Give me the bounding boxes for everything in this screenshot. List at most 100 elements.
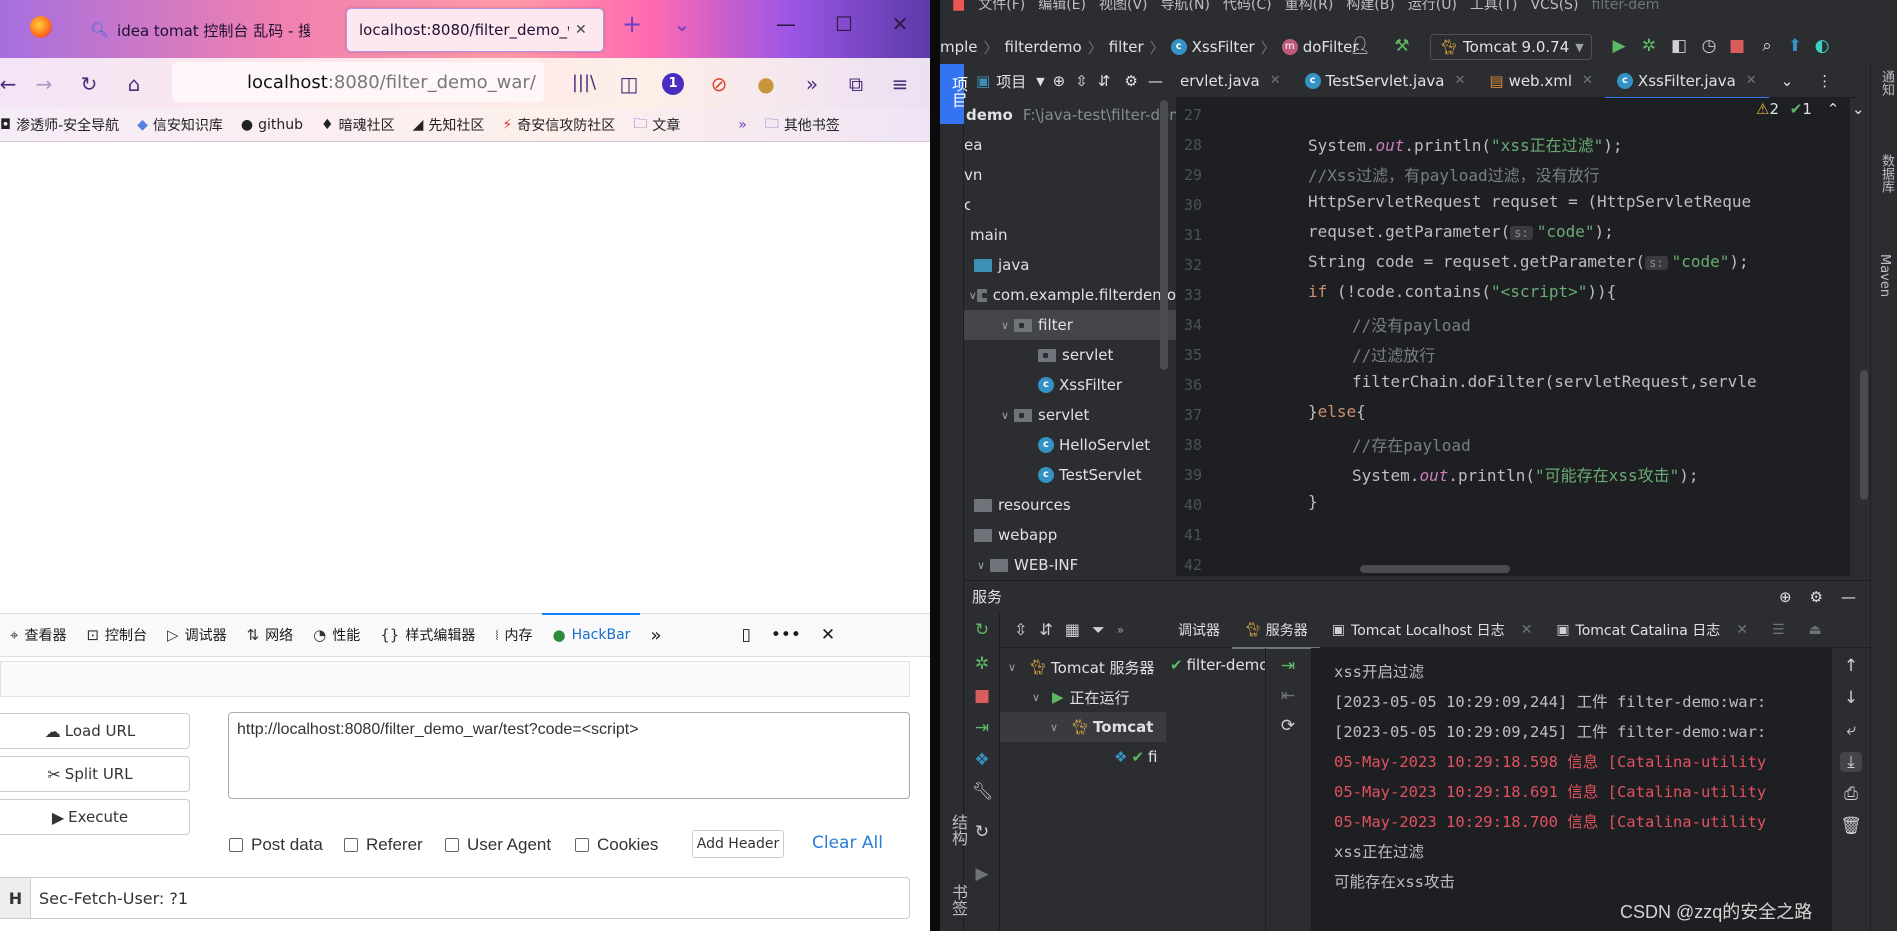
inspection-widget[interactable]: ⚠2 ✔1 ⌃ ⌄ (1756, 100, 1865, 118)
hide-panel-icon[interactable]: — (1148, 72, 1163, 90)
hackbar-url-input[interactable] (228, 712, 910, 799)
database-tool-label[interactable]: 数据库 (1877, 154, 1896, 193)
wrench-icon[interactable]: 🔧︎ (972, 782, 994, 802)
services-tree-item-selected[interactable]: ∨ 🐈︎ Tomcat (1000, 712, 1166, 742)
tree-item-root[interactable]: demo F:\java-test\filter-demo (964, 100, 1193, 130)
plugin-icon[interactable]: ◐ (1810, 36, 1834, 56)
editor-tab-active[interactable]: c XssFilter.java ✕ (1604, 64, 1769, 99)
hide-panel-icon[interactable]: — (1841, 588, 1856, 606)
tab-localhost[interactable]: localhost:8080/filter_demo_war ✕ (346, 8, 604, 52)
user-agent-checkbox[interactable]: User Agent (445, 835, 551, 855)
group-icon[interactable]: ▦ (1065, 620, 1080, 639)
bookmark-item[interactable]: ♦ 暗魂社区 (321, 115, 395, 135)
settings-gear-icon[interactable]: ⚙ (1810, 588, 1823, 606)
devtools-tab-inspector[interactable]: ⌖ 查看器 (0, 613, 76, 657)
maven-tool-label[interactable]: Maven (1877, 254, 1892, 297)
menu-run[interactable]: 运行(U) (1408, 0, 1457, 12)
tree-item[interactable]: c TestServlet (964, 460, 1176, 490)
load-url-button[interactable]: ☁ Load URL (0, 713, 190, 749)
breadcrumb-item[interactable]: mple (940, 38, 978, 56)
close-devtools-icon[interactable]: ✕ (811, 613, 845, 657)
expand-all-icon[interactable]: ⇳ (1014, 620, 1027, 639)
rerun-icon[interactable]: ↻ (972, 620, 992, 640)
run-config-selector[interactable]: 🐈︎ Tomcat 9.0.74 ▼ (1430, 34, 1592, 60)
url-bar[interactable]: localhost:8080/filter_demo_war/ (172, 62, 544, 102)
deploy-icon[interactable]: ⇥ (1278, 656, 1298, 676)
editor-tab[interactable]: c TestServlet.java ✕ (1293, 64, 1478, 98)
filter-icon[interactable]: ⏷ (1092, 620, 1105, 640)
other-bookmarks[interactable]: 🗀 其他书签 (765, 113, 840, 137)
close-tab-icon[interactable]: ✕ (1736, 622, 1748, 638)
menu-file[interactable]: 文件(F) (978, 0, 1025, 12)
services-tree-item[interactable]: ❖ ✔ fi (1000, 742, 1166, 772)
trash-icon[interactable]: 🗑︎ (1840, 816, 1862, 836)
tree-item-main[interactable]: main (964, 220, 1176, 250)
bookmarks-overflow-icon[interactable]: » (738, 117, 747, 133)
forward-icon[interactable]: → (30, 72, 58, 96)
tree-item-package[interactable]: ∨ com.example.filterdemo (964, 280, 1176, 310)
bookmark-item[interactable]: ◢ 先知社区 (413, 115, 485, 135)
tree-item[interactable]: resources (964, 490, 1176, 520)
code-horizontal-scrollbar[interactable] (1360, 565, 1510, 573)
tree-scrollbar[interactable] (1160, 100, 1168, 370)
deploy-icon[interactable]: ⇥ (972, 718, 992, 738)
chevron-down-icon[interactable]: ⌄ (662, 12, 702, 36)
tree-item-java[interactable]: java (964, 250, 1176, 280)
debug-icon[interactable]: ✲ (1637, 36, 1661, 56)
tree-item[interactable]: c XssFilter (964, 370, 1176, 400)
expand-all-icon[interactable]: ⇳ (1075, 72, 1088, 90)
tab-debugger[interactable]: 调试器 (1166, 612, 1232, 648)
back-icon[interactable]: ← (0, 72, 22, 96)
new-tab-icon[interactable]: + (612, 10, 652, 38)
refresh-icon[interactable]: ↻ (972, 822, 992, 842)
next-icon[interactable]: ⌄ (1852, 100, 1865, 118)
extension-badge[interactable]: 1 (662, 73, 684, 95)
menu-edit[interactable]: 编辑(E) (1038, 0, 1086, 12)
chevron-down-icon[interactable]: ∨ (996, 409, 1014, 422)
update-icon[interactable]: ⬆ (1783, 36, 1807, 56)
collapse-all-icon[interactable]: ⇵ (1039, 620, 1052, 639)
resume-icon[interactable]: ▶ (972, 864, 992, 884)
tree-item[interactable]: ∨ servlet (964, 400, 1176, 430)
tab-search[interactable]: 🔍︎ idea tomat 控制台 乱码 - 搜 ✕ (78, 8, 310, 52)
close-tab-icon[interactable]: ✕ (1582, 73, 1593, 88)
tab-catalina-log[interactable]: ▣ Tomcat Catalina 日志 ✕ (1544, 612, 1760, 648)
menu-build[interactable]: 构建(B) (1346, 0, 1395, 12)
deployment-item[interactable]: ✔ filter-demo (1170, 656, 1265, 674)
menu-view[interactable]: 视图(V) (1099, 0, 1148, 12)
settings-gear-icon[interactable]: ⚙ (1124, 72, 1137, 90)
devtools-tab-memory[interactable]: ⧙ 内存 (485, 613, 542, 657)
services-tree-item[interactable]: ∨ ▶ 正在运行 (1000, 682, 1166, 712)
tree-item[interactable]: c HelloServlet (964, 430, 1176, 460)
stop-icon[interactable]: ■ (1725, 36, 1749, 56)
run-icon[interactable]: ▶ (1607, 36, 1631, 56)
devtools-tab-hackbar[interactable]: ● HackBar (542, 613, 641, 657)
devtools-overflow-icon[interactable]: » (640, 613, 671, 657)
split-url-button[interactable]: ✂ Split URL (0, 756, 190, 792)
devtools-tab-style-editor[interactable]: {} 样式编辑器 (370, 613, 485, 657)
minimize-icon[interactable]: — (766, 12, 806, 36)
close-tab-icon[interactable]: ✕ (1746, 73, 1757, 88)
editor-tab[interactable]: ervlet.java ✕ (1176, 64, 1293, 98)
tree-item[interactable]: servlet (964, 340, 1176, 370)
more-options-icon[interactable]: ••• (761, 613, 811, 657)
menu-tools[interactable]: 工具(T) (1470, 0, 1517, 12)
services-tree-item[interactable]: ∨ 🐈︎ Tomcat 服务器 (1000, 652, 1166, 682)
tree-item[interactable]: ea (964, 130, 1176, 160)
soft-wrap-icon[interactable]: ⤶ (1840, 720, 1862, 740)
header-value[interactable]: Sec-Fetch-User: ?1 (31, 889, 188, 908)
scroll-to-end-icon[interactable]: ⤓ (1840, 752, 1862, 772)
chevron-down-icon[interactable]: ∨ (972, 559, 990, 572)
coverage-icon[interactable]: ◧ (1667, 36, 1691, 56)
breadcrumb-item[interactable]: filter (1109, 38, 1144, 56)
home-icon[interactable]: ⌂ (120, 72, 148, 96)
console-output[interactable]: xss开启过滤 [2023-05-05 10:29:09,244] 工件 fil… (1312, 648, 1832, 931)
tab-server[interactable]: 🐈︎ 服务器 (1232, 612, 1320, 649)
chevron-down-icon[interactable]: ∨ (968, 289, 977, 302)
code-editor[interactable]: System.out.println("xss正在过滤"); //Xss过滤，有… (1276, 98, 1850, 576)
services-icon[interactable]: ❖ (972, 750, 992, 770)
header-row[interactable]: H Sec-Fetch-User: ?1 (0, 877, 910, 919)
menu-code[interactable]: 代码(C) (1223, 0, 1272, 12)
notifications-tool-label[interactable]: 通知 (1877, 70, 1896, 96)
breadcrumb-item[interactable]: filterdemo (1005, 38, 1082, 56)
